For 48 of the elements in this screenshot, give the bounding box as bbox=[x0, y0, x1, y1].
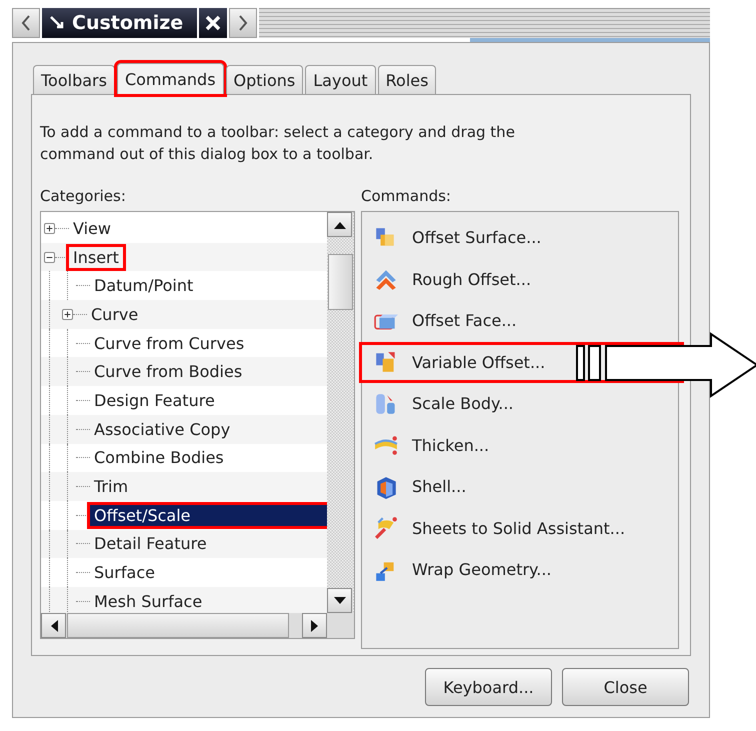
command-item[interactable]: Shell... bbox=[362, 474, 470, 499]
previous-button[interactable] bbox=[12, 8, 40, 38]
horizontal-scrollbar[interactable] bbox=[41, 613, 354, 638]
tree-item[interactable]: View bbox=[69, 218, 115, 239]
tab[interactable]: Toolbars bbox=[33, 65, 115, 94]
minus-icon[interactable] bbox=[44, 252, 55, 263]
scroll-thumb[interactable] bbox=[328, 254, 353, 310]
command-item[interactable]: Sheets to Solid Assistant... bbox=[362, 516, 630, 540]
command-item[interactable]: Rough Offset... bbox=[362, 267, 536, 292]
instructions-text: To add a command to a toolbar: select a category and drag the command out of this dialog box to a toolbar. bbox=[40, 122, 516, 165]
right-chevron-icon bbox=[238, 15, 248, 31]
command-item[interactable]: Offset Face... bbox=[362, 308, 521, 333]
command-item[interactable]: Offset Surface... bbox=[362, 226, 546, 250]
tab[interactable]: Roles bbox=[378, 65, 436, 94]
vertical-scrollbar[interactable] bbox=[327, 212, 354, 613]
tree-item[interactable]: Curve from Curves bbox=[90, 332, 248, 354]
wand-icon bbox=[374, 516, 398, 540]
scroll-thumb[interactable] bbox=[67, 613, 289, 638]
tree-item[interactable]: Design Feature bbox=[90, 390, 219, 411]
tab[interactable]: Options bbox=[226, 65, 304, 94]
plus-icon[interactable] bbox=[44, 222, 55, 234]
next-button[interactable] bbox=[229, 8, 258, 38]
tree-item[interactable]: Surface bbox=[90, 562, 159, 584]
tree-item[interactable]: Trim bbox=[90, 476, 132, 498]
commands-label: Commands: bbox=[361, 187, 452, 205]
tab[interactable]: Layout bbox=[305, 65, 376, 94]
tree-item[interactable]: Datum/Point bbox=[90, 275, 198, 296]
left-arrow-icon[interactable] bbox=[50, 620, 58, 632]
right-arrow-icon[interactable] bbox=[310, 620, 318, 632]
categories-label: Categories: bbox=[40, 187, 127, 205]
up-arrow-icon[interactable] bbox=[334, 220, 346, 228]
tree-item[interactable]: Offset/Scale bbox=[90, 504, 327, 526]
command-item[interactable]: Wrap Geometry... bbox=[362, 558, 556, 582]
command-item[interactable]: Thicken... bbox=[362, 433, 494, 458]
left-chevron-icon bbox=[21, 15, 31, 31]
close-icon[interactable] bbox=[199, 8, 228, 38]
title-text: Customize bbox=[72, 12, 184, 34]
dialog-button[interactable]: Close bbox=[562, 668, 689, 706]
command-item[interactable]: Variable Offset... bbox=[362, 350, 550, 374]
down-arrow-icon[interactable] bbox=[334, 596, 346, 604]
command-item[interactable]: Scale Body... bbox=[362, 392, 518, 416]
dialog-button[interactable]: Keyboard... bbox=[425, 668, 552, 706]
tab[interactable]: Commands bbox=[116, 63, 224, 94]
pin-icon[interactable] bbox=[50, 16, 64, 30]
tree-item[interactable]: Combine Bodies bbox=[90, 447, 228, 468]
tree-item[interactable]: Curve bbox=[87, 304, 142, 325]
plus-icon[interactable] bbox=[62, 308, 73, 320]
tree-item[interactable]: Insert bbox=[69, 246, 123, 268]
